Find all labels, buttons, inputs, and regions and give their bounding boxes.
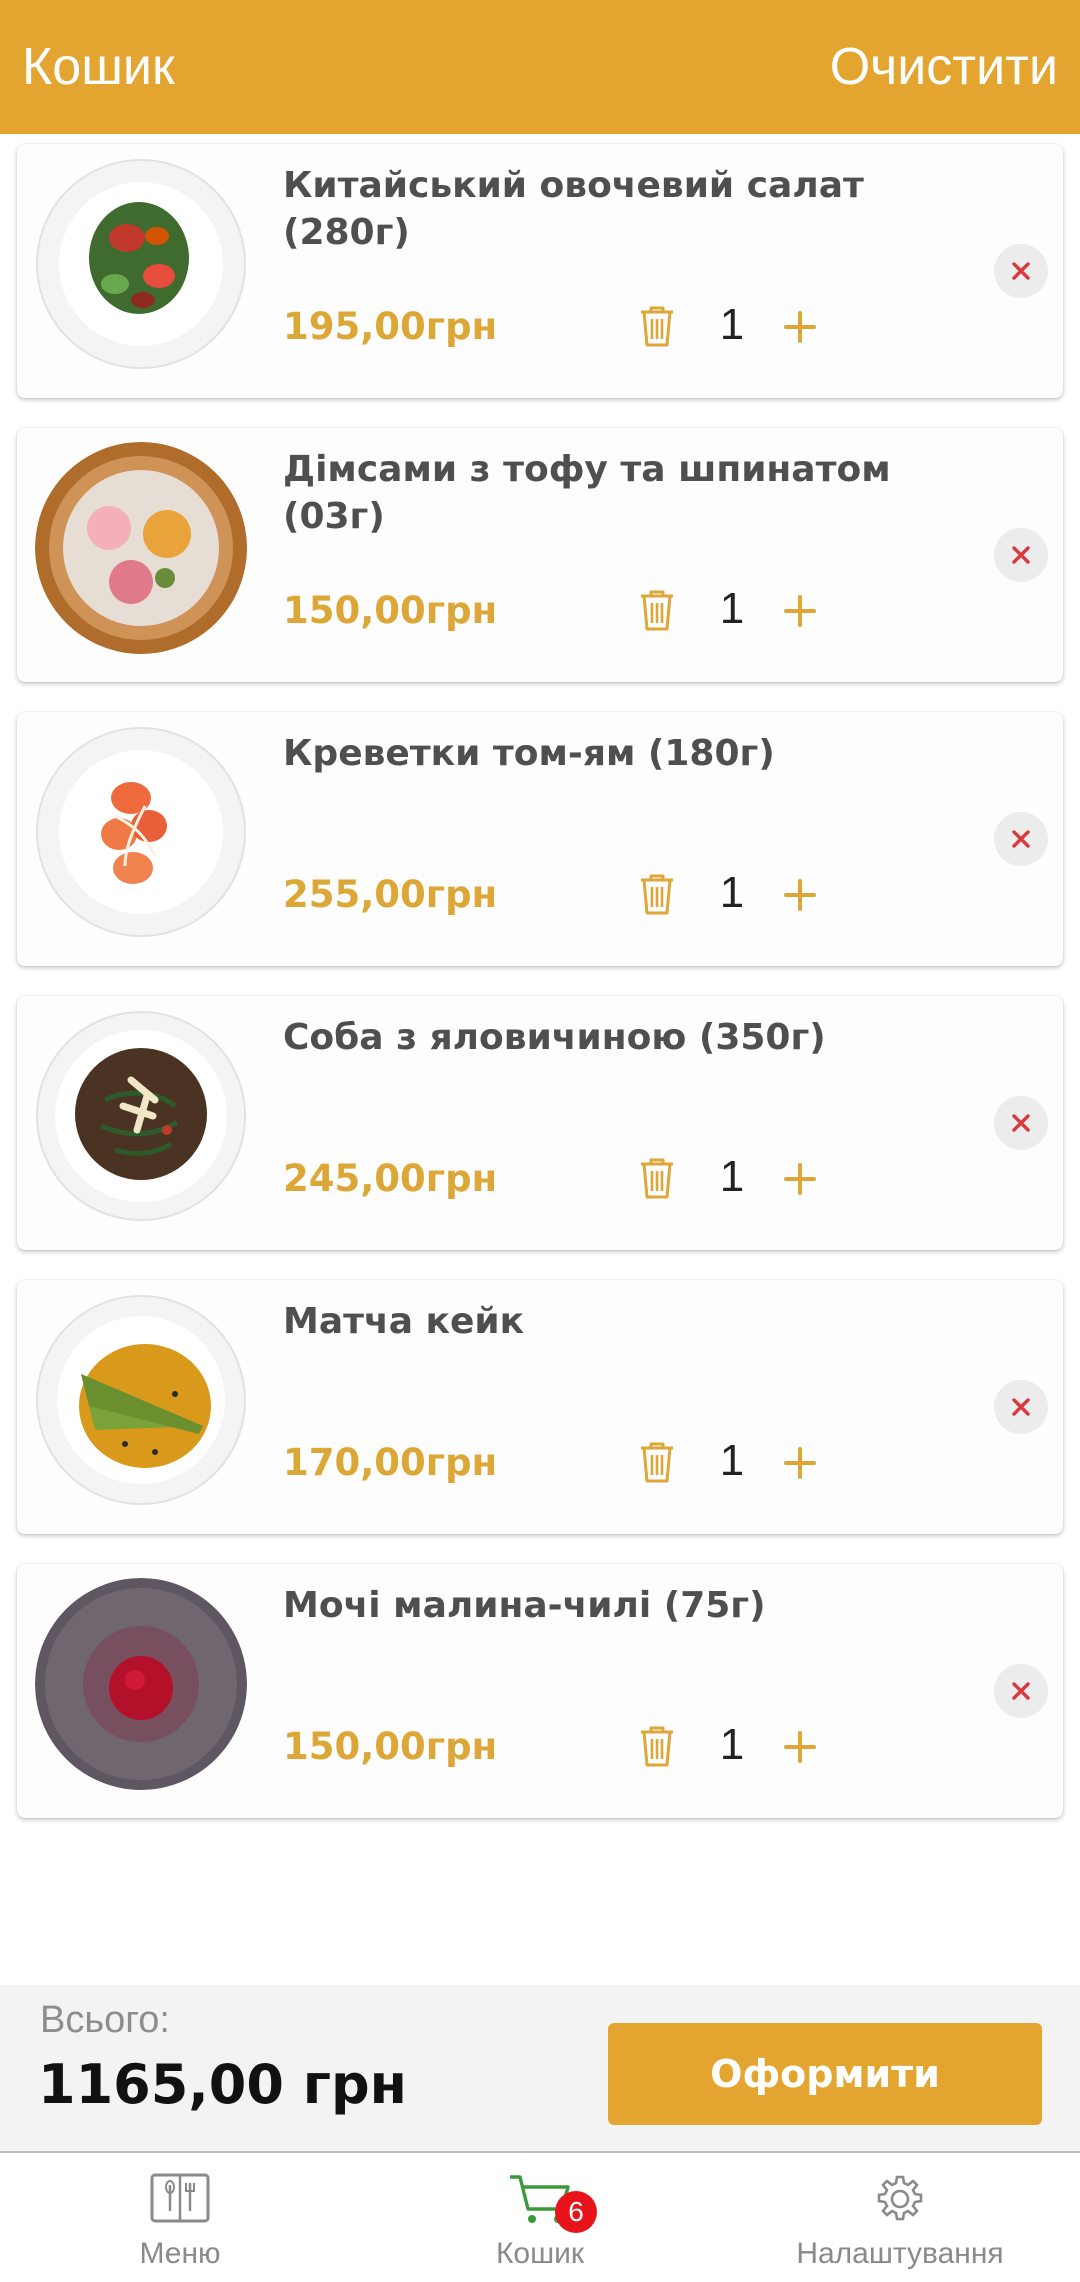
tab-settings[interactable]: Налаштування <box>720 2155 1080 2282</box>
menu-book-icon <box>150 2173 210 2223</box>
close-icon <box>1012 830 1030 848</box>
tab-cart[interactable]: 6 Кошик <box>360 2155 720 2282</box>
cart-item: Китайський овочевий салат (280г) 195,00г… <box>17 144 1063 398</box>
close-icon <box>1012 1398 1030 1416</box>
plus-icon[interactable] <box>775 1722 825 1772</box>
dish-price: 150,00грн <box>283 1725 498 1768</box>
matcha-cake-dish-photo <box>36 1295 246 1505</box>
dish-price: 195,00грн <box>283 305 498 348</box>
dish-name: Китайський овочевий салат (280г) <box>283 165 864 253</box>
dish-price: 150,00грн <box>283 589 498 632</box>
header-bar: Кошик Очистити <box>0 0 1080 134</box>
remove-item-button[interactable] <box>994 1380 1048 1434</box>
gear-icon <box>877 2175 923 2221</box>
plus-icon[interactable] <box>775 870 825 920</box>
tab-label: Меню <box>139 2237 221 2270</box>
remove-item-button[interactable] <box>994 812 1048 866</box>
trash-icon[interactable] <box>631 300 683 352</box>
quantity-value: 1 <box>719 584 745 633</box>
plus-icon[interactable] <box>775 1438 825 1488</box>
close-icon <box>1012 1682 1030 1700</box>
trash-icon[interactable] <box>631 1152 683 1204</box>
remove-item-button[interactable] <box>994 1664 1048 1718</box>
soba-dish-photo <box>36 1011 246 1221</box>
remove-item-button[interactable] <box>994 1096 1048 1150</box>
dish-price: 245,00грн <box>283 1157 498 1200</box>
dish-price: 255,00грн <box>283 873 498 916</box>
trash-icon[interactable] <box>631 584 683 636</box>
cart-item: Матча кейк 170,00грн 1 <box>17 1280 1063 1534</box>
tab-menu[interactable]: Меню <box>0 2155 360 2282</box>
dish-name: Креветки том-ям (180г) <box>283 733 775 774</box>
plus-icon[interactable] <box>775 302 825 352</box>
cart-item: Соба з яловичиною (350г) 245,00грн 1 <box>17 996 1063 1250</box>
trash-icon[interactable] <box>631 1720 683 1772</box>
quantity-value: 1 <box>719 1152 745 1201</box>
remove-item-button[interactable] <box>994 244 1048 298</box>
remove-item-button[interactable] <box>994 528 1048 582</box>
quantity-value: 1 <box>719 300 745 349</box>
total-label: Всього: <box>40 1999 170 2041</box>
clear-cart-button[interactable]: Очистити <box>830 41 1058 93</box>
quantity-value: 1 <box>719 1436 745 1485</box>
dish-price: 170,00грн <box>283 1441 498 1484</box>
cart-item: Мочі малина-чилі (75г) 150,00грн 1 <box>17 1564 1063 1818</box>
close-icon <box>1012 1114 1030 1132</box>
close-icon <box>1012 262 1030 280</box>
trash-icon[interactable] <box>631 868 683 920</box>
dish-name: Мочі малина-чилі (75г) <box>283 1585 766 1626</box>
page-title: Кошик <box>22 38 175 96</box>
dish-name: Соба з яловичиною (350г) <box>283 1017 826 1058</box>
trash-icon[interactable] <box>631 1436 683 1488</box>
checkout-button[interactable]: Оформити <box>608 2023 1042 2125</box>
tab-label: Кошик <box>495 2237 585 2270</box>
dish-name: Матча кейк <box>283 1301 525 1342</box>
tab-label: Налаштування <box>796 2237 1004 2270</box>
total-value: 1165,00 грн <box>38 2053 407 2116</box>
dish-name: Дімсами з тофу та шпинатом (03г) <box>283 449 891 537</box>
tab-bar: Меню 6 Кошик Налаштування <box>0 2155 1080 2282</box>
cart-item: Дімсами з тофу та шпинатом (03г) 150,00г… <box>17 428 1063 682</box>
shrimp-dish-photo <box>36 727 246 937</box>
dimsum-dish-photo <box>35 442 247 654</box>
quantity-value: 1 <box>719 868 745 917</box>
plus-icon[interactable] <box>775 586 825 636</box>
salad-dish-photo <box>36 159 246 369</box>
plus-icon[interactable] <box>775 1154 825 1204</box>
quantity-value: 1 <box>719 1720 745 1769</box>
cart-item: Креветки том-ям (180г) 255,00грн 1 <box>17 712 1063 966</box>
total-bar: Всього: 1165,00 грн Оформити <box>0 1985 1080 2153</box>
close-icon <box>1012 546 1030 564</box>
cart-count-badge: 6 <box>555 2191 597 2233</box>
mochi-dish-photo <box>35 1578 247 1790</box>
